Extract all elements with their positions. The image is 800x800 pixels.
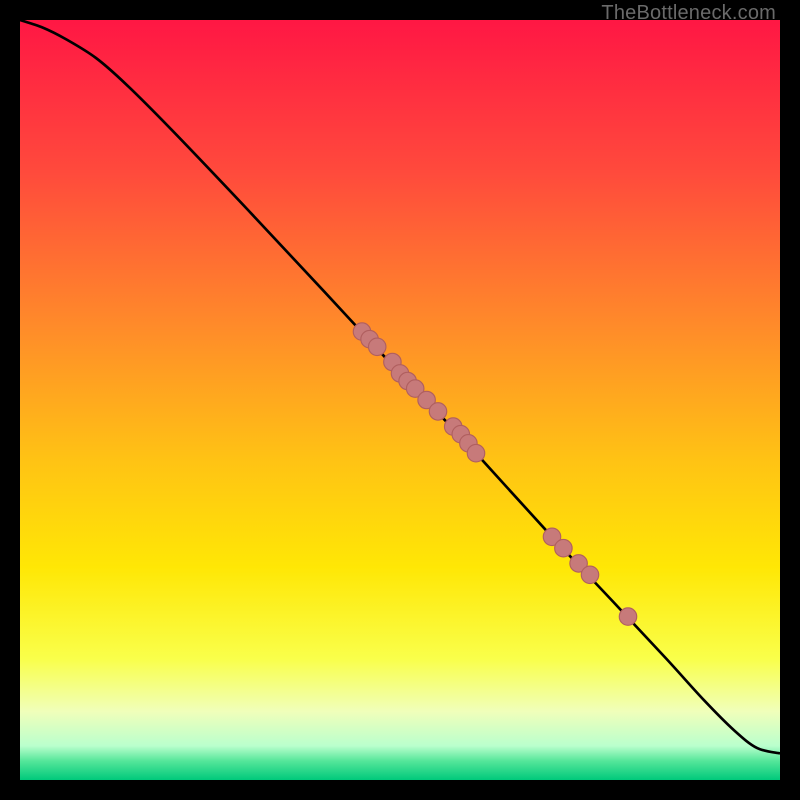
chart-frame: TheBottleneck.com: [0, 0, 800, 800]
scatter-dot: [555, 539, 572, 556]
gradient-background: [20, 20, 780, 780]
scatter-dot: [581, 566, 598, 583]
scatter-dot: [429, 403, 446, 420]
scatter-dot: [368, 338, 385, 355]
chart-plot: [20, 20, 780, 780]
scatter-dot: [619, 608, 636, 625]
scatter-dot: [467, 444, 484, 461]
